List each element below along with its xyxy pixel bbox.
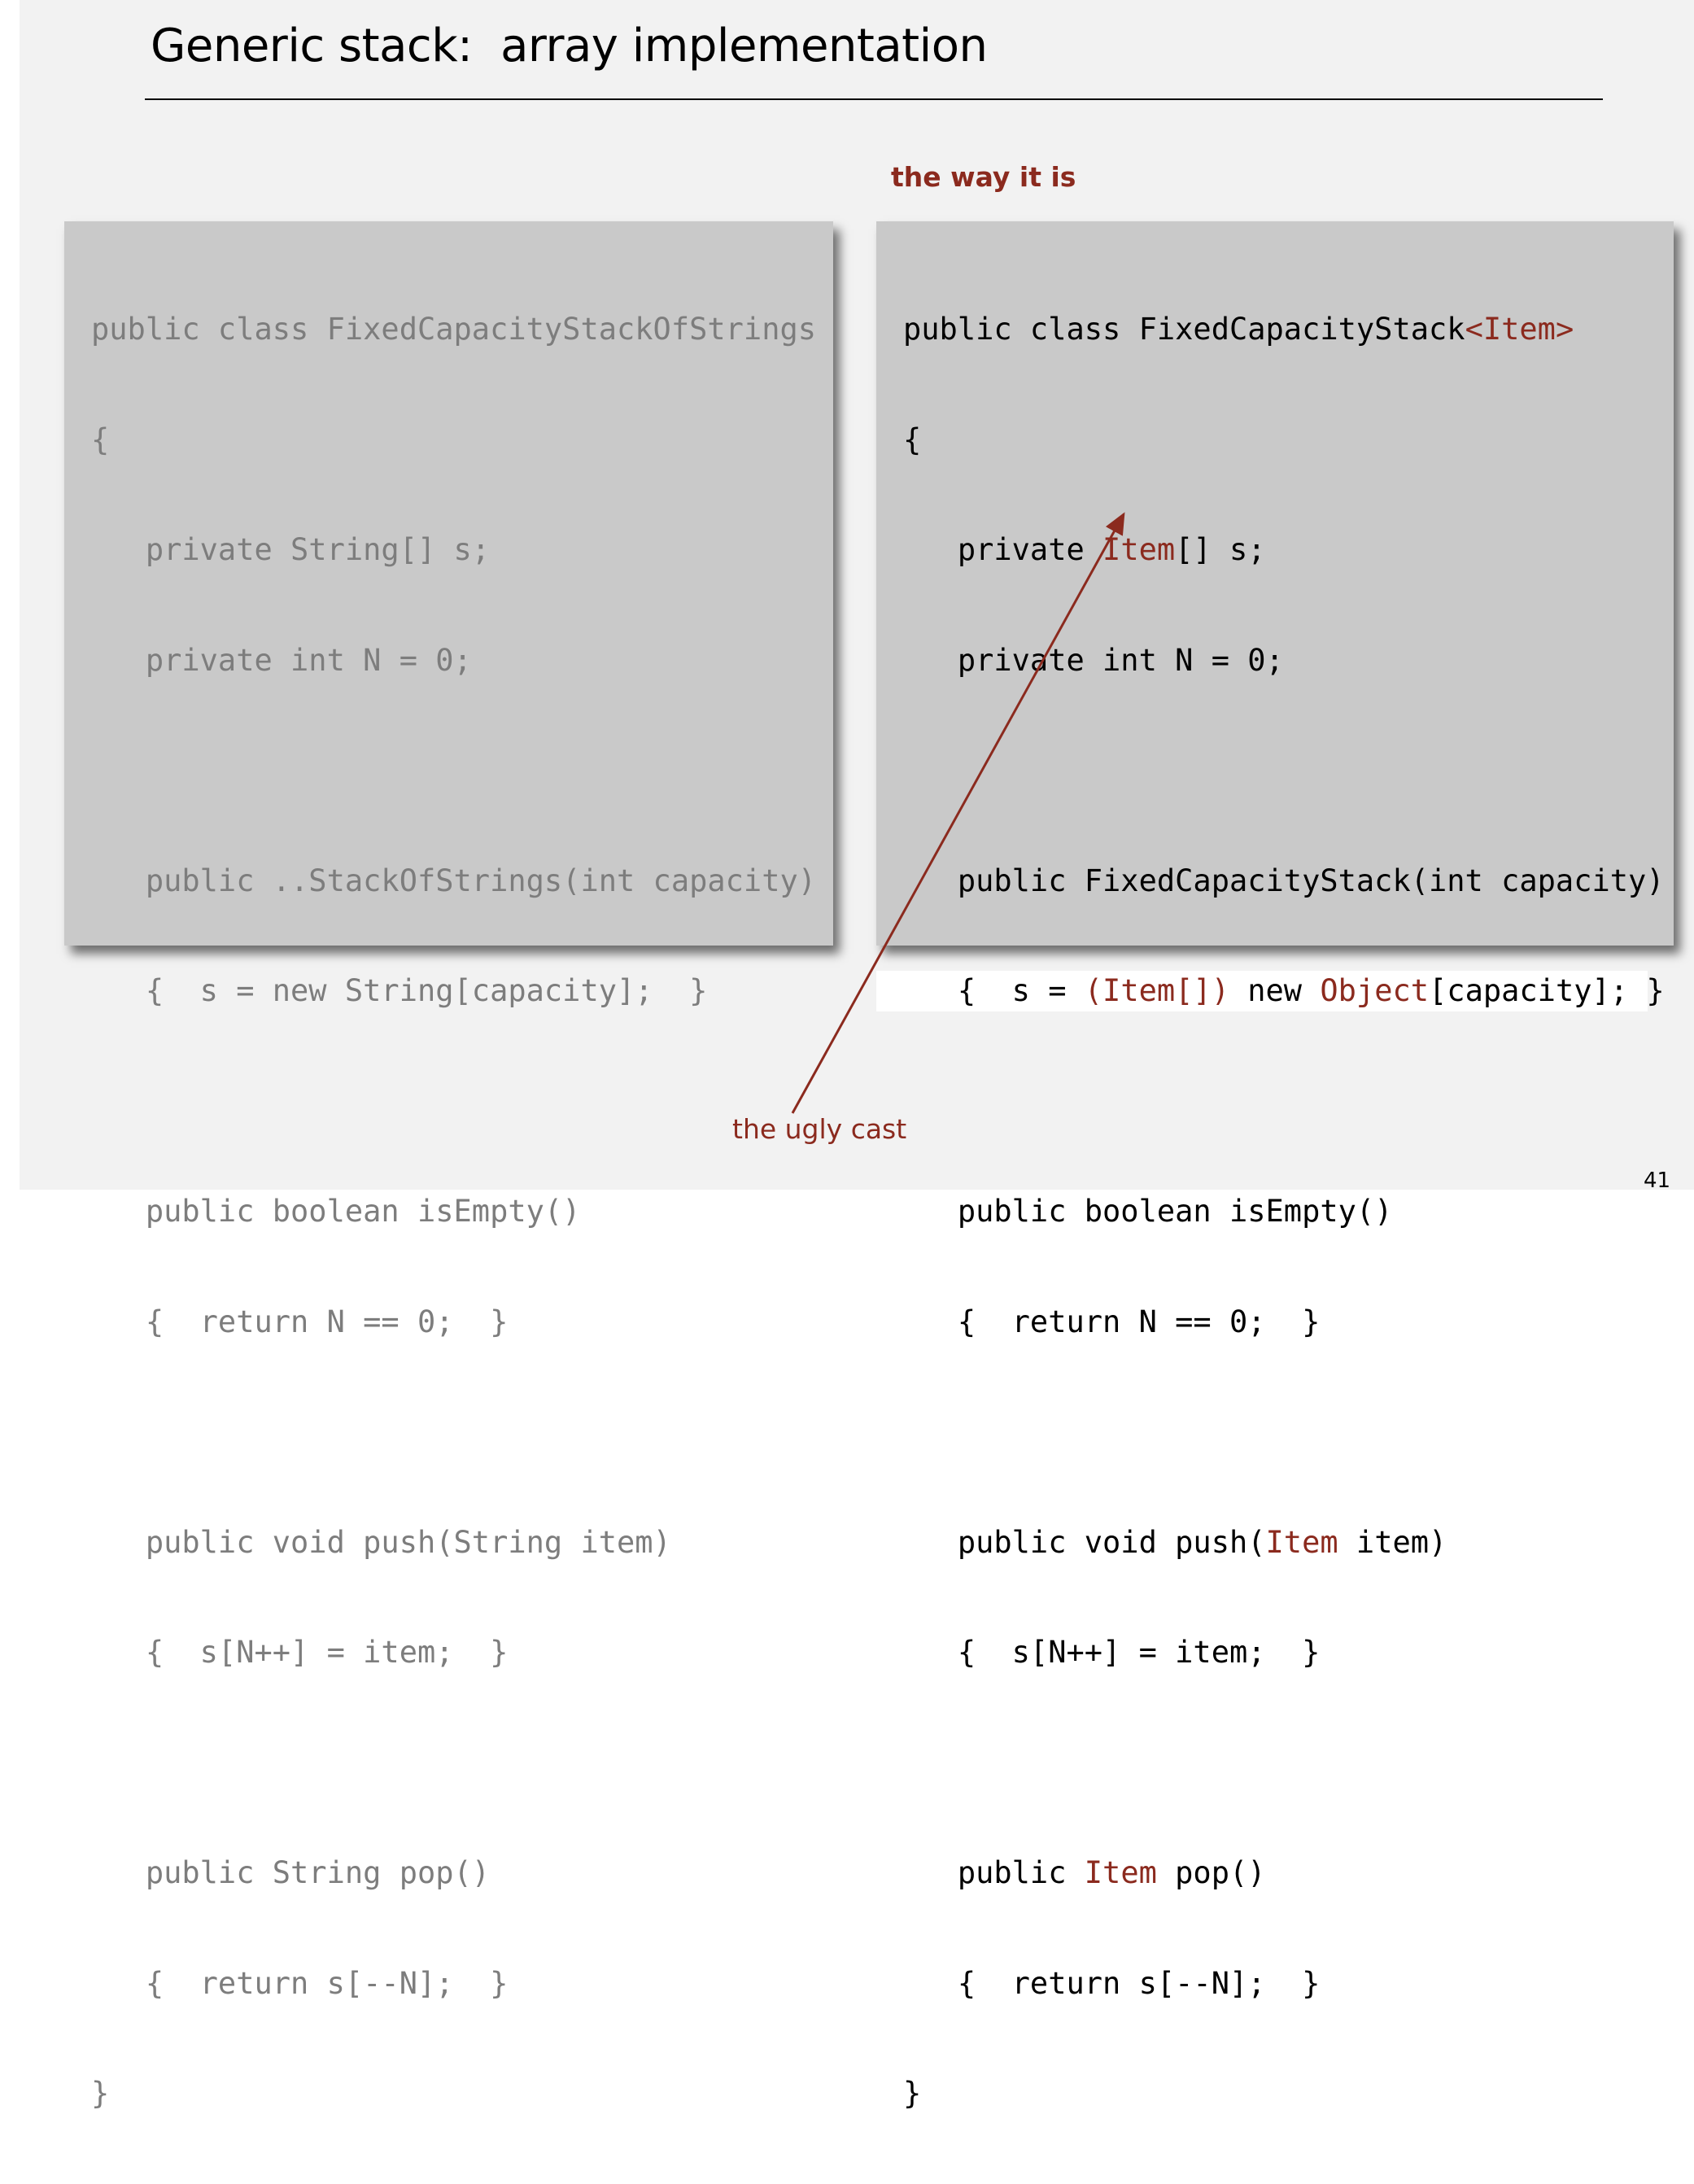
code-block-generic: public class FixedCapacityStack<Item> { … [876, 239, 1665, 2184]
code-line: private int N = 0; [903, 642, 1284, 678]
code-line: { s[N++] = item; } [903, 1635, 1321, 1670]
code-line: } [91, 2076, 110, 2111]
code-line: public boolean isEmpty() [903, 1194, 1393, 1229]
code-text: public [903, 1855, 1085, 1890]
code-block-strings: public class FixedCapacityStackOfStrings… [91, 239, 816, 2184]
code-line: { return N == 0; } [91, 1304, 509, 1339]
code-line-push: public void push(Item item) [903, 1522, 1665, 1563]
generic-type-parameter: <Item> [1465, 312, 1574, 347]
item-type: Item [1102, 532, 1176, 567]
code-text: { s = [903, 973, 1085, 1008]
code-line: public String pop() [91, 1855, 491, 1890]
code-line: private String[] s; [91, 532, 491, 567]
code-line-constructor: public FixedCapacityStack(int capacity) [903, 863, 1665, 898]
code-line-class-declaration: public class FixedCapacityStack<Item> [903, 309, 1665, 350]
item-type: Item [1265, 1524, 1338, 1560]
code-text: item) [1338, 1524, 1447, 1560]
cast-expression: (Item[]) [1084, 973, 1229, 1008]
code-line: public ..StackOfStrings(int capacity) [91, 863, 817, 898]
code-panel-right: public class FixedCapacityStack<Item> { … [876, 221, 1674, 2111]
code-line: { return N == 0; } [903, 1304, 1321, 1339]
code-text: new [1229, 973, 1321, 1008]
code-line-pop: public Item pop() [903, 1853, 1665, 1894]
code-line: { s = new String[capacity]; } [91, 973, 708, 1008]
object-type: Object [1320, 973, 1430, 1008]
slide-title: Generic stack: array implementation [151, 20, 988, 72]
title-underline [145, 98, 1603, 100]
code-line: { [91, 422, 110, 457]
caption-the-ugly-cast: the ugly cast [732, 1113, 907, 1145]
code-line: } [903, 2076, 922, 2111]
item-type: Item [1084, 1855, 1157, 1890]
code-line: { s[N++] = item; } [91, 1635, 509, 1670]
highlight-band: { s = (Item[]) new Object[capacity]; } [876, 971, 1665, 1011]
code-text: [] s; [1175, 532, 1266, 567]
code-line: public void push(String item) [91, 1524, 671, 1560]
code-line: { return s[--N]; } [903, 1965, 1321, 2001]
code-line-field: private Item[] s; [903, 530, 1665, 570]
code-text: public void push( [903, 1524, 1266, 1560]
code-text: pop() [1156, 1855, 1266, 1890]
code-line: { [903, 422, 922, 457]
code-text: private [903, 532, 1103, 567]
slide: Generic stack: array implementation the … [20, 0, 1694, 2111]
code-line: public boolean isEmpty() [91, 1194, 581, 1229]
code-panel-left: public class FixedCapacityStackOfStrings… [64, 221, 833, 2111]
caption-the-way-it-is: the way it is [891, 161, 1076, 193]
code-line: public class FixedCapacityStackOfStrings [91, 312, 817, 347]
code-line: { return s[--N]; } [91, 1965, 509, 2001]
code-text: [capacity]; } [1429, 973, 1665, 1008]
code-line-highlighted-cast: { s = (Item[]) new Object[capacity]; } [876, 971, 1665, 1011]
code-line: private int N = 0; [91, 642, 472, 678]
code-text: public class FixedCapacityStack [903, 312, 1465, 347]
